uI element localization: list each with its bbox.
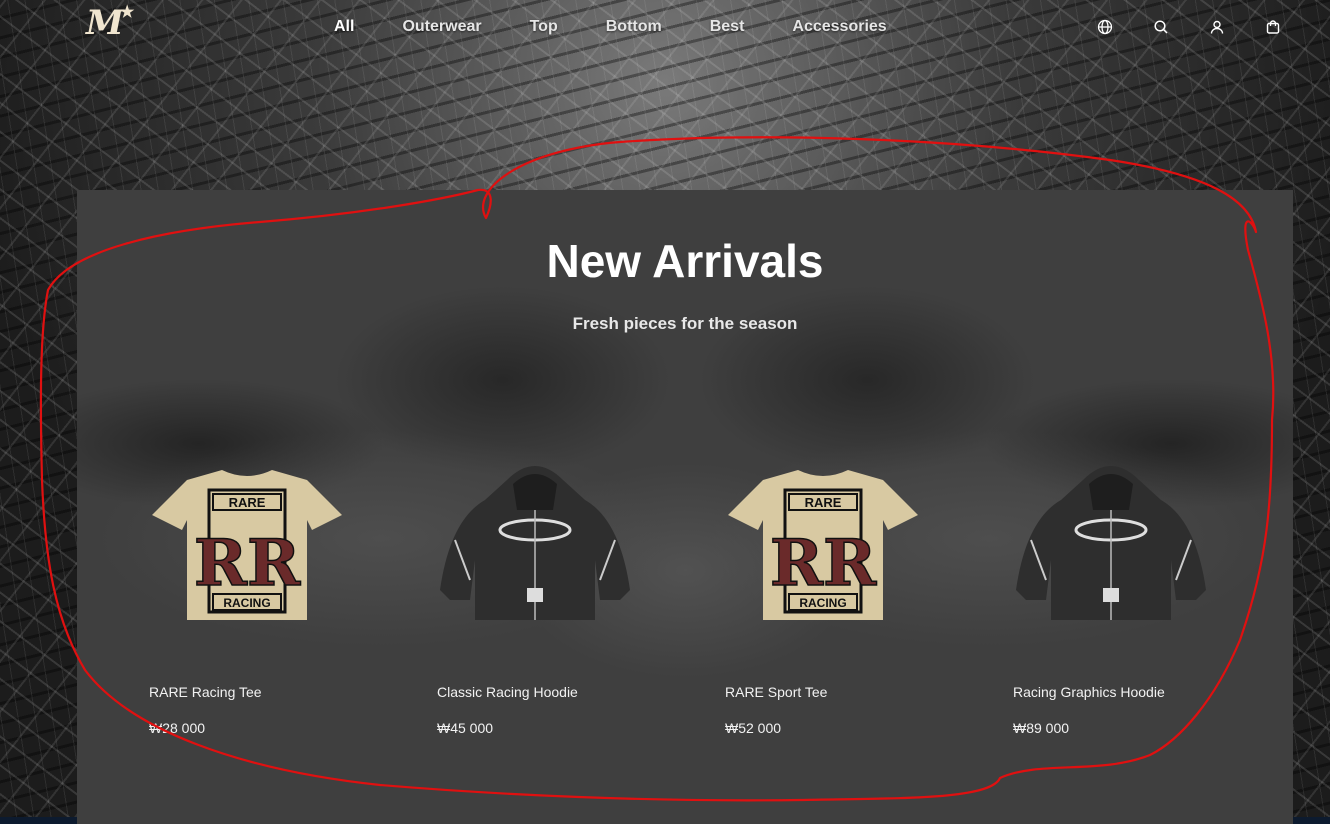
main-nav: All Outerwear Top Bottom Best Accessorie…: [334, 18, 935, 36]
tee-icon: RARE RR RACING: [728, 470, 918, 620]
search-icon[interactable]: [1152, 18, 1170, 36]
site-header: M ★ All Outerwear Top Bottom Best Access…: [0, 0, 1330, 56]
user-icon[interactable]: [1208, 18, 1226, 36]
product-name[interactable]: Racing Graphics Hoodie: [1013, 684, 1165, 700]
nav-bottom[interactable]: Bottom: [606, 18, 662, 36]
product-price: ₩89 000: [1013, 720, 1070, 736]
nav-all[interactable]: All: [334, 18, 354, 36]
product-name[interactable]: Classic Racing Hoodie: [437, 684, 578, 700]
hoodie-icon: [440, 466, 630, 620]
tee-text-bottom: RACING: [799, 596, 846, 610]
nav-accessories[interactable]: Accessories: [792, 18, 886, 36]
product-price: ₩28 000: [149, 720, 206, 736]
product-name[interactable]: RARE Racing Tee: [149, 684, 262, 700]
section-subtitle: Fresh pieces for the season: [572, 314, 798, 333]
section-title: New Arrivals: [546, 235, 824, 287]
nav-top[interactable]: Top: [530, 18, 558, 36]
tee-text-top: RARE: [805, 495, 842, 510]
product-card[interactable]: Racing Graphics Hoodie ₩89 000: [1013, 460, 1273, 736]
nav-best[interactable]: Best: [710, 18, 745, 36]
cart-icon[interactable]: [1264, 18, 1282, 36]
tee-icon: RARE RR RACING: [152, 470, 342, 620]
product-price: ₩52 000: [725, 720, 782, 736]
product-price: ₩45 000: [437, 720, 494, 736]
new-arrivals-section: New Arrivals Fresh pieces for the season…: [77, 190, 1293, 824]
star-icon: ★: [120, 2, 135, 21]
tee-text-top: RARE: [229, 495, 266, 510]
tee-monogram: RR: [194, 526, 301, 601]
nav-outerwear[interactable]: Outerwear: [402, 18, 481, 36]
hoodie-icon: [1016, 466, 1206, 620]
globe-icon[interactable]: [1096, 18, 1114, 36]
product-card[interactable]: RARE RR RACING RARE Racing Tee ₩28 000: [149, 460, 409, 736]
product-card[interactable]: Classic Racing Hoodie ₩45 000: [437, 460, 697, 736]
brand-logo[interactable]: M ★: [86, 3, 134, 43]
tee-monogram: RR: [770, 526, 877, 601]
header-tools: [1096, 18, 1320, 36]
logo-letter: M: [86, 3, 124, 43]
product-card[interactable]: RARE RR RACING RARE Sport Tee ₩52 000: [725, 460, 985, 736]
product-name[interactable]: RARE Sport Tee: [725, 684, 827, 700]
tee-text-bottom: RACING: [223, 596, 270, 610]
